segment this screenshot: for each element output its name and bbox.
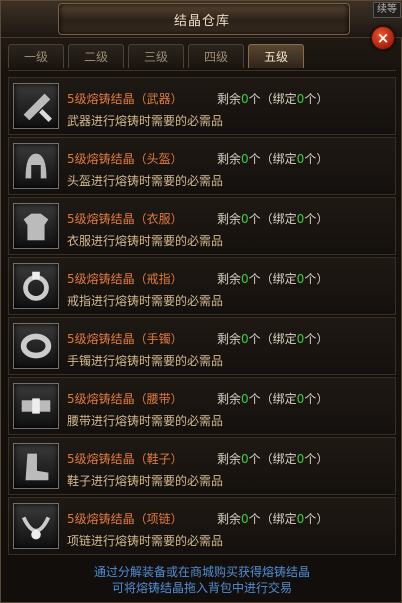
boots-crystal-icon[interactable]: [13, 443, 59, 489]
item-name: 5级熔铸结晶（手镯）: [67, 332, 183, 346]
remain-count: 0: [241, 92, 249, 106]
item-description: 衣服进行熔铸时需要的必需品: [67, 234, 224, 248]
remain-prefix: 剩余: [217, 512, 242, 526]
item-description: 腰带进行熔铸时需要的必需品: [67, 414, 224, 428]
item-name: 5级熔铸结晶（项链）: [67, 512, 183, 526]
crystal-item[interactable]: 5级熔铸结晶（鞋子） 剩余0个（绑定0个） 鞋子进行熔铸时需要的必需品: [8, 437, 396, 495]
remain-count: 0: [241, 512, 249, 526]
remain-prefix: 剩余: [217, 452, 242, 466]
footer-hint-1: 通过分解装备或在商城购买获得熔铸结晶: [93, 565, 310, 579]
remain-count: 0: [241, 452, 249, 466]
remain-prefix: 剩余: [217, 152, 242, 166]
remain-prefix: 剩余: [217, 212, 242, 226]
crystal-item[interactable]: 5级熔铸结晶（头盔） 剩余0个（绑定0个） 头盔进行熔铸时需要的必需品: [8, 137, 396, 195]
bound-prefix: 个（绑定: [248, 392, 297, 406]
tab-level-2[interactable]: 二级: [68, 44, 124, 68]
bound-prefix: 个（绑定: [248, 452, 297, 466]
close-button[interactable]: ×: [371, 26, 395, 50]
bound-suffix: 个）: [304, 392, 329, 406]
tab-level-1[interactable]: 一级: [8, 44, 64, 68]
helmet-crystal-icon[interactable]: [13, 143, 59, 189]
remain-count: 0: [241, 152, 249, 166]
window-title: 结晶仓库: [173, 14, 230, 29]
bracelet-crystal-icon[interactable]: [13, 323, 59, 369]
crystal-item[interactable]: 5级熔铸结晶（戒指） 剩余0个（绑定0个） 戒指进行熔铸时需要的必需品: [8, 257, 396, 315]
crystal-item[interactable]: 5级熔铸结晶（武器） 剩余0个（绑定0个） 武器进行熔铸时需要的必需品: [8, 77, 396, 135]
crystal-item[interactable]: 5级熔铸结晶（项链） 剩余0个（绑定0个） 项链进行熔铸时需要的必需品: [8, 497, 396, 555]
item-stock: 剩余0个（绑定0个）: [217, 210, 328, 227]
tab-level-3[interactable]: 三级: [128, 44, 184, 68]
item-description: 手镯进行熔铸时需要的必需品: [67, 354, 224, 368]
item-description: 头盔进行熔铸时需要的必需品: [67, 174, 224, 188]
crystal-item[interactable]: 5级熔铸结晶（衣服） 剩余0个（绑定0个） 衣服进行熔铸时需要的必需品: [8, 197, 396, 255]
bound-prefix: 个（绑定: [248, 92, 297, 106]
tab-level-4[interactable]: 四级: [188, 44, 244, 68]
item-name: 5级熔铸结晶（头盔）: [67, 152, 183, 166]
bound-suffix: 个）: [304, 212, 329, 226]
item-name: 5级熔铸结晶（腰带）: [67, 392, 183, 406]
item-name: 5级熔铸结晶（武器）: [67, 92, 183, 106]
remain-count: 0: [241, 272, 249, 286]
bound-suffix: 个）: [304, 332, 329, 346]
belt-crystal-icon[interactable]: [13, 383, 59, 429]
bound-prefix: 个（绑定: [248, 512, 297, 526]
item-stock: 剩余0个（绑定0个）: [217, 450, 328, 467]
crystal-item[interactable]: 5级熔铸结晶（手镯） 剩余0个（绑定0个） 手镯进行熔铸时需要的必需品: [8, 317, 396, 375]
bound-prefix: 个（绑定: [248, 152, 297, 166]
item-description: 武器进行熔铸时需要的必需品: [67, 114, 224, 128]
bound-prefix: 个（绑定: [248, 332, 297, 346]
bound-prefix: 个（绑定: [248, 212, 297, 226]
remain-prefix: 剩余: [217, 332, 242, 346]
item-stock: 剩余0个（绑定0个）: [217, 390, 328, 407]
tab-level-5[interactable]: 五级: [248, 44, 304, 68]
item-stock: 剩余0个（绑定0个）: [217, 150, 328, 167]
corner-tag[interactable]: 续等: [373, 2, 401, 18]
bound-suffix: 个）: [304, 152, 329, 166]
remain-count: 0: [241, 392, 249, 406]
crystal-list: 5级熔铸结晶（武器） 剩余0个（绑定0个） 武器进行熔铸时需要的必需品 5级熔铸结晶（…: [8, 70, 396, 555]
bound-suffix: 个）: [304, 452, 329, 466]
weapon-crystal-icon[interactable]: [13, 83, 59, 129]
item-name: 5级熔铸结晶（戒指）: [67, 272, 183, 286]
remain-prefix: 剩余: [217, 272, 242, 286]
item-stock: 剩余0个（绑定0个）: [217, 510, 328, 527]
remain-prefix: 剩余: [217, 392, 242, 406]
item-name: 5级熔铸结晶（鞋子）: [67, 452, 183, 466]
necklace-crystal-icon[interactable]: [13, 503, 59, 549]
remain-prefix: 剩余: [217, 92, 242, 106]
bound-suffix: 个）: [304, 272, 329, 286]
armor-crystal-icon[interactable]: [13, 203, 59, 249]
item-description: 项链进行熔铸时需要的必需品: [67, 534, 224, 548]
bound-prefix: 个（绑定: [248, 272, 297, 286]
item-stock: 剩余0个（绑定0个）: [217, 90, 328, 107]
remain-count: 0: [241, 332, 249, 346]
crystal-warehouse-window: 结晶仓库 续等 × 一级 二级 三级 四级 五级 5级熔铸结晶（武器） 剩余0个（…: [0, 0, 402, 603]
footer-hint-2: 可将熔铸结晶拖入背包中进行交易: [111, 581, 292, 595]
remain-count: 0: [241, 212, 249, 226]
item-name: 5级熔铸结晶（衣服）: [67, 212, 183, 226]
item-description: 戒指进行熔铸时需要的必需品: [67, 294, 224, 308]
item-stock: 剩余0个（绑定0个）: [217, 270, 328, 287]
crystal-item[interactable]: 5级熔铸结晶（腰带） 剩余0个（绑定0个） 腰带进行熔铸时需要的必需品: [8, 377, 396, 435]
item-description: 鞋子进行熔铸时需要的必需品: [67, 474, 224, 488]
ring-crystal-icon[interactable]: [13, 263, 59, 309]
bound-suffix: 个）: [304, 512, 329, 526]
bound-suffix: 个）: [304, 92, 329, 106]
item-stock: 剩余0个（绑定0个）: [217, 330, 328, 347]
